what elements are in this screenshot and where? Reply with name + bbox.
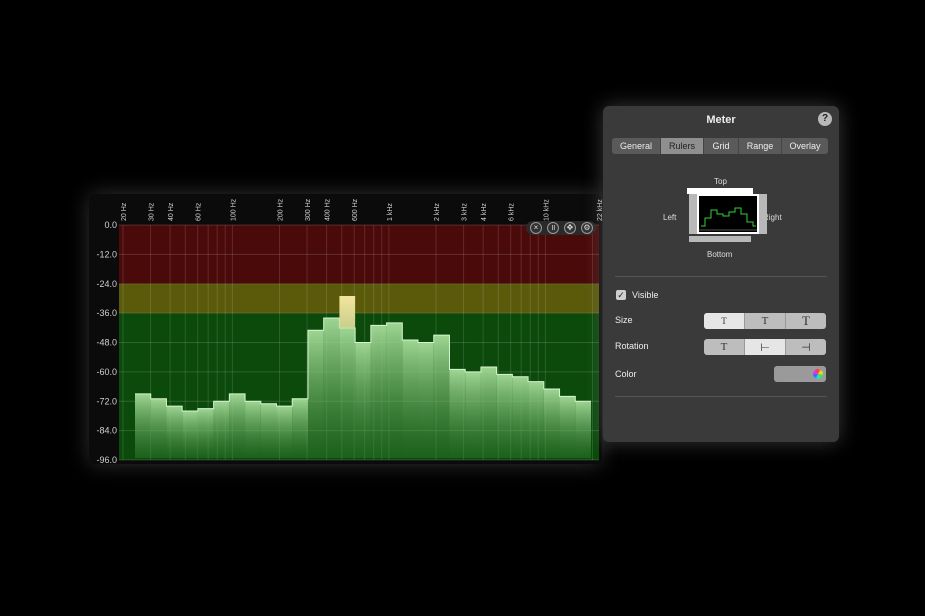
size-label: Size: [615, 315, 633, 325]
spectrum-bar: [150, 398, 167, 458]
ruler-position-left[interactable]: Left: [663, 213, 676, 222]
freq-ruler-label: 40 Hz: [168, 202, 175, 221]
spectrum-bar: [418, 342, 434, 458]
spectrum-bar: [197, 408, 214, 458]
spectrum-bar: [166, 406, 183, 458]
freq-ruler-label: 60 Hz: [196, 202, 203, 221]
spectrum-bar: [370, 325, 387, 458]
freq-ruler-label: 100 Hz: [230, 198, 237, 221]
spectrum-bar: [433, 335, 450, 458]
freq-ruler-label: 4 kHz: [481, 203, 488, 221]
separator: [615, 276, 827, 277]
freq-ruler-label: 2 kHz: [434, 203, 441, 221]
level-ruler-label: 0.0: [104, 220, 117, 230]
level-ruler-label: -48.0: [96, 338, 117, 348]
freq-ruler-label: 22 kHz: [597, 199, 602, 221]
freq-ruler-label: 200 Hz: [278, 198, 285, 221]
preview-spectrum-thumbnail: [699, 196, 757, 232]
window-controls: × ॥ ✥ ⚙: [526, 221, 596, 235]
spectrum-bar: [386, 322, 403, 458]
tab-general[interactable]: General: [612, 138, 661, 154]
size-large-option[interactable]: T: [786, 313, 826, 329]
ruler-position-preview[interactable]: [689, 194, 767, 234]
color-label: Color: [615, 369, 637, 379]
meter-inspector-panel: Meter ? General Rulers Grid Range Overla…: [603, 106, 839, 442]
settings-control-button[interactable]: ⚙: [581, 222, 593, 234]
size-medium-option[interactable]: T: [745, 313, 786, 329]
visible-checkbox[interactable]: ✓: [616, 290, 626, 300]
spectrum-bar: [543, 389, 560, 458]
tab-rulers[interactable]: Rulers: [661, 138, 704, 154]
level-ruler-label: -12.0: [96, 249, 117, 259]
preview-spectrum-line: [699, 207, 757, 231]
peak-hold-bar: [339, 295, 356, 328]
meter-window: 20 Hz 30 Hz 40 Hz 60 Hz 100 Hz 200 Hz 300 Hz 40…: [89, 194, 602, 464]
freq-ruler-label: 10 kHz: [543, 199, 550, 221]
level-ruler-label: -84.0: [96, 426, 117, 436]
rotation-none-option[interactable]: T: [704, 339, 745, 355]
spectrum-bar: [449, 369, 466, 458]
bottom-ruler-indicator: [689, 236, 751, 242]
spectrum-meter: 20 Hz 30 Hz 40 Hz 60 Hz 100 Hz 200 Hz 300 Hz 40…: [96, 198, 602, 464]
freq-ruler-label: 6 kHz: [509, 203, 516, 221]
ruler-position-top[interactable]: Top: [714, 177, 727, 186]
move-control-button[interactable]: ✥: [564, 222, 576, 234]
close-control-button[interactable]: ×: [530, 222, 542, 234]
spectrum-bar: [355, 342, 371, 458]
tab-overlay[interactable]: Overlay: [782, 138, 828, 154]
rotation-right-option[interactable]: ⊣: [786, 339, 826, 355]
spectrum-bar: [260, 403, 277, 458]
ruler-color-well[interactable]: [774, 366, 826, 382]
rotation-segmented-control: T ⊢ ⊣: [704, 339, 826, 355]
spectrum-bar: [480, 366, 497, 458]
rotation-left-option[interactable]: ⊢: [745, 339, 786, 355]
spectrum-bar: [245, 401, 261, 458]
spectrum-bar: [213, 401, 230, 458]
spectrum-bar: [575, 401, 591, 458]
level-ruler-label: -72.0: [96, 396, 117, 406]
freq-ruler-label: 1 kHz: [387, 203, 394, 221]
spectrum-bar: [559, 396, 576, 458]
spectrum-bar: [496, 374, 513, 458]
pause-control-button[interactable]: ॥: [547, 222, 559, 234]
inspector-title: Meter: [706, 114, 736, 126]
freq-ruler-label: 300 Hz: [305, 198, 312, 221]
size-segmented-control: T T T: [704, 313, 826, 329]
size-small-option[interactable]: T: [704, 313, 745, 329]
spectrum-bar: [339, 327, 356, 458]
rotation-label: Rotation: [615, 341, 649, 351]
spectrum-bar: [512, 376, 529, 458]
tab-grid[interactable]: Grid: [704, 138, 739, 154]
spectrum-bar: [229, 393, 246, 458]
spectrum-bar: [276, 406, 293, 458]
freq-ruler-label: 3 kHz: [462, 203, 469, 221]
freq-ruler-label: 20 Hz: [121, 202, 128, 221]
level-ruler-label: -24.0: [96, 279, 117, 289]
visible-label: Visible: [632, 290, 659, 300]
separator: [615, 396, 827, 397]
freq-ruler-label: 400 Hz: [325, 198, 332, 221]
level-ruler-label: -96.0: [96, 455, 117, 464]
ruler-position-bottom[interactable]: Bottom: [707, 250, 732, 259]
level-ruler-label: -60.0: [96, 367, 117, 377]
tab-bar: General Rulers Grid Range Overlay: [612, 138, 828, 154]
color-swatch: [776, 368, 810, 380]
spectrum-bar: [135, 393, 151, 458]
spectrum-bar: [292, 398, 308, 458]
spectrum-bar: [323, 318, 340, 458]
spectrum-bar: [465, 371, 481, 458]
tab-range[interactable]: Range: [739, 138, 782, 154]
level-ruler-label: -36.0: [96, 308, 117, 318]
freq-ruler-label: 30 Hz: [149, 202, 156, 221]
level-zone-1: [119, 283, 599, 314]
spectrum-bar: [182, 411, 198, 458]
spectrum-bar: [307, 330, 324, 458]
spectrum-bar: [402, 340, 419, 458]
freq-ruler-label: 600 Hz: [352, 198, 359, 221]
help-button[interactable]: ?: [818, 112, 832, 126]
top-ruler-indicator: [687, 188, 753, 194]
color-wheel-icon[interactable]: [813, 369, 823, 379]
spectrum-bar: [528, 381, 544, 458]
